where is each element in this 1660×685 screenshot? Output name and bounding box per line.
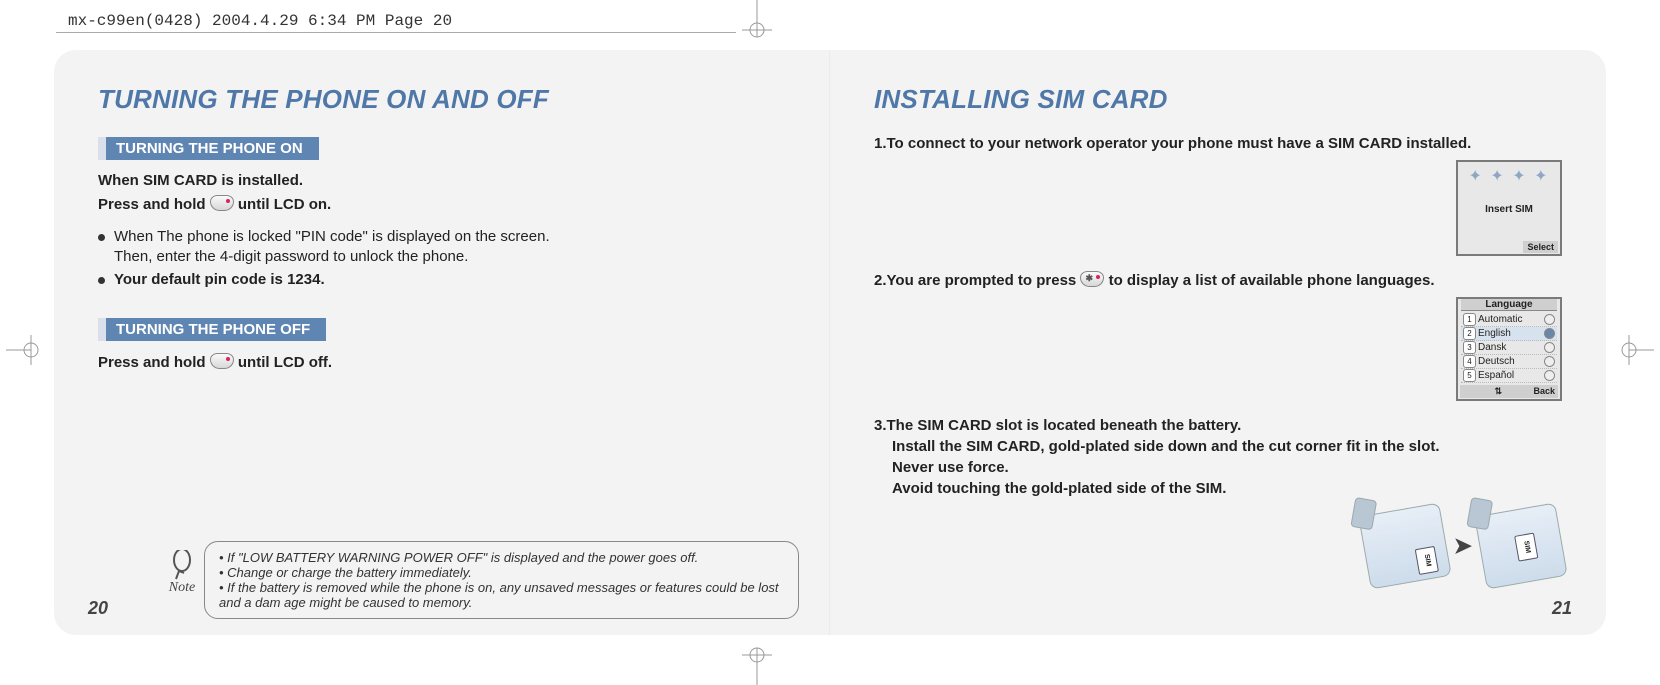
on-line-2a: Press and hold [98, 196, 210, 213]
radio-icon [1544, 342, 1555, 353]
language-list: 1Automatic2English3Dansk4Deutsch5Español [1461, 313, 1557, 383]
on-bullet-list: When The phone is locked "PIN code" is d… [98, 227, 785, 290]
note-box: Note If "LOW BATTERY WARNING POWER OFF" … [204, 541, 799, 619]
step-1: 1.To connect to your network operator yo… [874, 133, 1562, 154]
language-option: 2English [1461, 327, 1557, 341]
note-list: If "LOW BATTERY WARNING POWER OFF" is di… [219, 550, 784, 610]
page-right: INSTALLING SIM CARD 1.To connect to your… [830, 50, 1606, 635]
step-2: 2.You are prompted to press to display a… [874, 270, 1562, 291]
note-3: If the battery is removed while the phon… [219, 580, 784, 610]
header-rule [56, 32, 736, 33]
bullet-pin-a: When The phone is locked "PIN code" is d… [114, 228, 550, 245]
step-3a: 3.The SIM CARD slot is located beneath t… [874, 417, 1241, 434]
off-line-1a: Press and hold [98, 354, 210, 371]
page-title: INSTALLING SIM CARD [874, 84, 1562, 115]
phone-back-icon: SIM [1474, 502, 1568, 589]
phone-back-icon: SIM [1358, 502, 1452, 589]
option-label: Dansk [1478, 342, 1506, 353]
language-option: 3Dansk [1461, 341, 1557, 355]
radio-icon [1544, 356, 1555, 367]
language-option: 1Automatic [1461, 313, 1557, 327]
off-line-1: Press and hold until LCD off. [98, 353, 785, 371]
arrow-right-icon: ➤ [1454, 533, 1472, 559]
language-option: 4Deutsch [1461, 355, 1557, 369]
step-3d: Avoid touching the gold-plated side of t… [874, 478, 1562, 499]
off-line-1b: until LCD off. [238, 354, 332, 371]
screen2-title: Language [1461, 299, 1557, 311]
option-label: Deutsch [1478, 356, 1515, 367]
radio-icon [1544, 370, 1555, 381]
sim-chip-icon: SIM [1514, 533, 1538, 562]
page-left: TURNING THE PHONE ON AND OFF TURNING THE… [54, 50, 830, 635]
phone-screen-insert-sim: ✦ ✦ ✦ ✦ Insert SIM Select [1456, 160, 1562, 256]
crop-mark-bottom-icon [742, 640, 772, 685]
bullet-default-pin: Your default pin code is 1234. [98, 270, 785, 290]
on-line-2b: until LCD on. [238, 196, 331, 213]
option-number: 5 [1463, 369, 1476, 382]
screen2-soft-right: Back [1533, 386, 1555, 397]
bullet-pin-b: Then, enter the 4-digit password to unlo… [114, 247, 785, 267]
star-row-icon: ✦ ✦ ✦ ✦ [1458, 162, 1560, 188]
page-number-right: 21 [1552, 598, 1572, 619]
screen2-softbar: ⇅ Back [1460, 385, 1558, 398]
radio-icon [1544, 314, 1555, 325]
crop-mark-left-icon [6, 335, 46, 365]
language-option: 5Español [1461, 369, 1557, 383]
page-number-left: 20 [88, 598, 108, 619]
option-number: 2 [1463, 327, 1476, 340]
phone-screen-language: Language 1Automatic2English3Dansk4Deutsc… [1456, 297, 1562, 401]
option-number: 4 [1463, 355, 1476, 368]
end-key-icon [210, 353, 234, 369]
prepress-header: mx-c99en(0428) 2004.4.29 6:34 PM Page 20 [68, 12, 452, 30]
option-number: 3 [1463, 341, 1476, 354]
step-2a: 2.You are prompted to press [874, 272, 1080, 289]
note-2: Change or charge the battery immediately… [219, 565, 784, 580]
step-3: 3.The SIM CARD slot is located beneath t… [874, 415, 1562, 499]
screen1-message: Insert SIM [1458, 188, 1560, 215]
option-label: Español [1478, 370, 1514, 381]
screen1-softkey: Select [1523, 241, 1558, 253]
manual-spread: TURNING THE PHONE ON AND OFF TURNING THE… [54, 50, 1606, 635]
bullet-pin: When The phone is locked "PIN code" is d… [98, 227, 785, 268]
on-line-1: When SIM CARD is installed. [98, 172, 785, 189]
on-line-2: Press and hold until LCD on. [98, 195, 785, 213]
note-icon: Note [163, 550, 201, 596]
step-3c: Never use force. [874, 457, 1562, 478]
scroll-indicator-icon: ⇅ [1494, 386, 1502, 397]
crop-mark-top-icon [742, 0, 772, 45]
sim-install-figure: SIM ➤ SIM [1364, 509, 1562, 583]
crop-mark-right-icon [1614, 335, 1654, 365]
section-heading-off: TURNING THE PHONE OFF [98, 318, 326, 341]
end-key-icon [210, 195, 234, 211]
option-number: 1 [1463, 313, 1476, 326]
note-1: If "LOW BATTERY WARNING POWER OFF" is di… [219, 550, 784, 565]
option-label: Automatic [1478, 314, 1522, 325]
star-key-icon [1080, 271, 1104, 287]
page-spread: mx-c99en(0428) 2004.4.29 6:34 PM Page 20… [0, 0, 1660, 685]
radio-icon [1544, 328, 1555, 339]
section-heading-on: TURNING THE PHONE ON [98, 137, 319, 160]
step-2b: to display a list of available phone lan… [1109, 272, 1435, 289]
step-3b: Install the SIM CARD, gold-plated side d… [874, 436, 1562, 457]
page-title: TURNING THE PHONE ON AND OFF [98, 84, 785, 115]
option-label: English [1478, 328, 1511, 339]
sim-chip-icon: SIM [1414, 546, 1438, 575]
note-label: Note [169, 580, 195, 595]
